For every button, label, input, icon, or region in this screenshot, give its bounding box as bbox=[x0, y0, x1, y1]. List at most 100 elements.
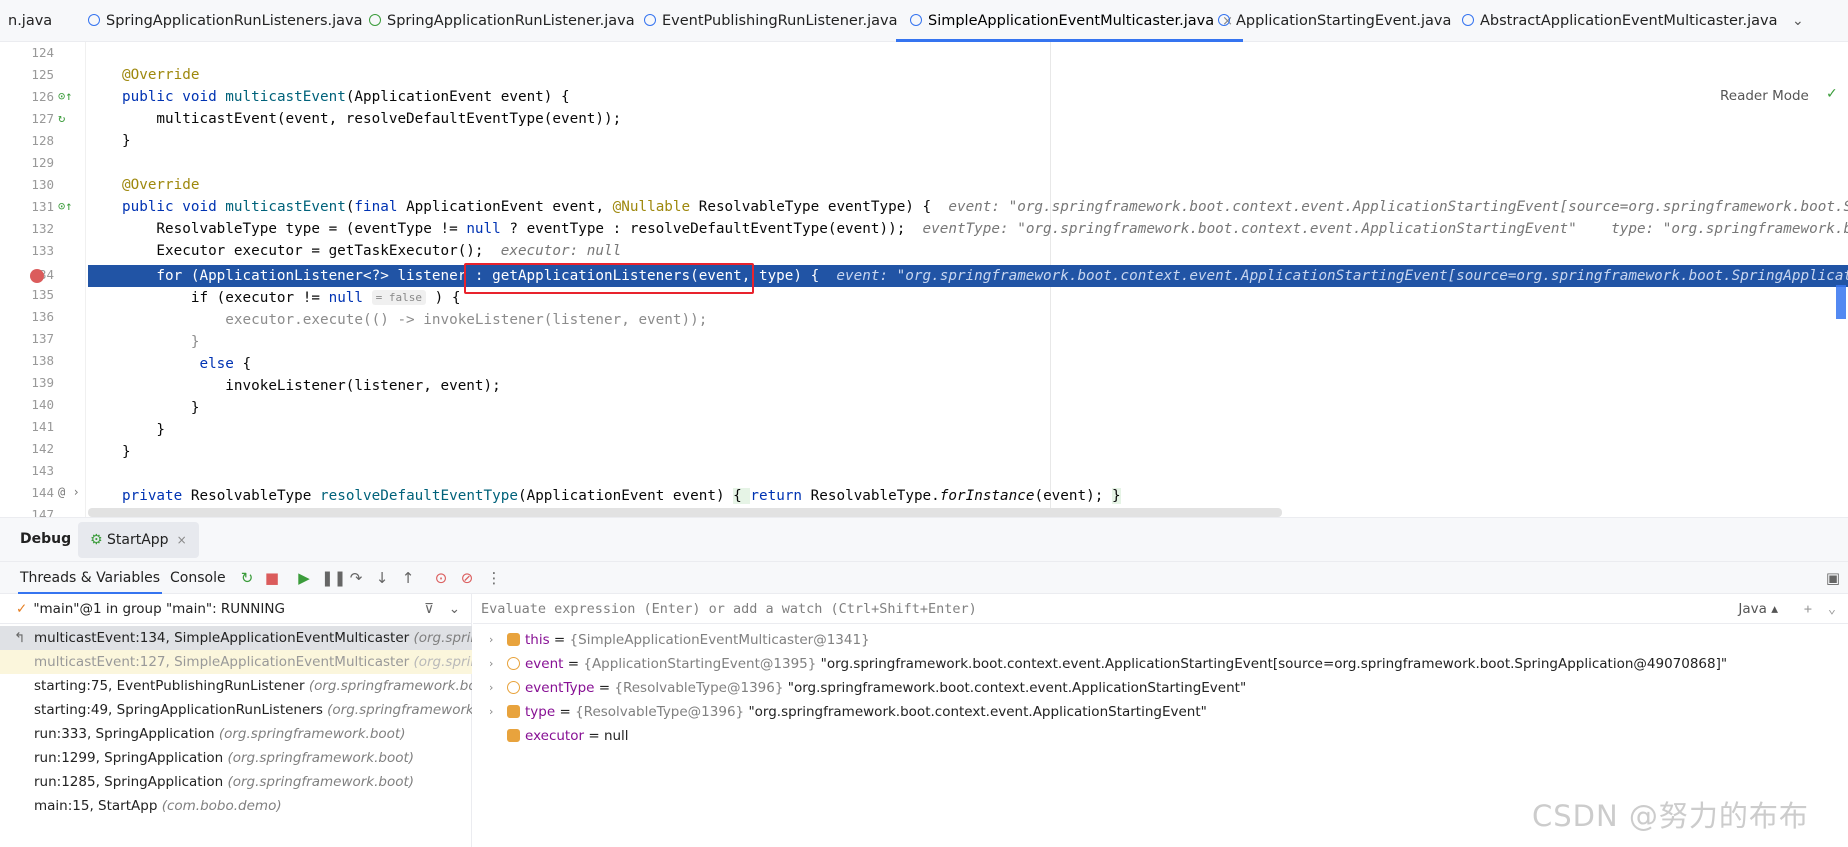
class-icon bbox=[88, 14, 100, 26]
code-line-137: } bbox=[122, 334, 200, 350]
code-line-139: invokeListener(listener, event); bbox=[122, 378, 501, 394]
check-icon: ✓ bbox=[16, 601, 28, 617]
tab-label: SpringApplicationRunListeners.java bbox=[106, 13, 363, 29]
filter-icon[interactable]: ⊽ bbox=[424, 594, 434, 624]
code-line-136: executor.execute(() -> invokeListener(li… bbox=[122, 312, 708, 328]
class-icon bbox=[1218, 14, 1230, 26]
code-line-138: else { bbox=[199, 356, 252, 372]
debug-title: Debug bbox=[20, 531, 72, 547]
step-out-icon[interactable]: ↑ bbox=[399, 569, 417, 587]
close-icon[interactable]: × bbox=[177, 533, 187, 547]
stack-frame[interactable]: run:333, SpringApplication (org.springfr… bbox=[0, 722, 472, 746]
line-number: 142 bbox=[31, 441, 54, 456]
variable-row[interactable]: › type = {ResolvableType@1396} "org.sprin… bbox=[473, 700, 1848, 724]
expand-icon[interactable]: › bbox=[489, 676, 493, 700]
tab-partial[interactable]: n.java bbox=[8, 0, 52, 42]
tab-abstract-application-event-multicaster[interactable]: AbstractApplicationEventMulticaster.java bbox=[1462, 0, 1778, 42]
line-number: 147 bbox=[31, 507, 54, 518]
code-line-133: Executor executor = getTaskExecutor(); e… bbox=[122, 243, 622, 259]
tab-startapp[interactable]: ⚙ StartApp × bbox=[78, 522, 199, 558]
tab-label: SimpleApplicationEventMulticaster.java bbox=[928, 13, 1215, 29]
chevron-down-icon[interactable]: ⌄ bbox=[1792, 0, 1804, 42]
expand-icon[interactable]: › bbox=[489, 700, 493, 724]
tab-spring-application-run-listeners[interactable]: SpringApplicationRunListeners.java bbox=[88, 0, 363, 42]
stack-frame[interactable]: run:1285, SpringApplication (org.springf… bbox=[0, 770, 472, 794]
vertical-scrollbar-marker[interactable] bbox=[1836, 285, 1846, 319]
thread-selector[interactable]: ✓ "main"@1 in group "main": RUNNING ⊽ ⌄ bbox=[0, 594, 472, 624]
override-icon[interactable]: ⊙↑ bbox=[58, 199, 72, 213]
pause-icon[interactable]: ❚❚ bbox=[321, 569, 346, 587]
resume-icon[interactable]: ▶ bbox=[295, 569, 313, 587]
editor-tab-bar: n.java SpringApplicationRunListeners.jav… bbox=[0, 0, 1848, 42]
view-breakpoints-icon[interactable]: ⊙ bbox=[432, 569, 450, 587]
code-line-135: if (executor != null = false ) { bbox=[122, 290, 461, 306]
tab-console[interactable]: Console bbox=[170, 562, 226, 594]
step-over-icon[interactable]: ↷ bbox=[347, 569, 365, 587]
chevron-down-icon[interactable]: ⌄ bbox=[1828, 594, 1836, 624]
tab-label: ApplicationStartingEvent.java bbox=[1236, 13, 1452, 29]
code-line-141: } bbox=[122, 422, 166, 438]
annotation-highlight-box bbox=[464, 263, 754, 294]
variable-row[interactable]: › event = {ApplicationStartingEvent@1395}… bbox=[473, 652, 1848, 676]
tab-event-publishing-run-listener[interactable]: EventPublishingRunListener.java bbox=[644, 0, 897, 42]
stack-frame[interactable]: ↰ multicastEvent:134, SimpleApplicationEv… bbox=[0, 626, 472, 650]
line-number: 140 bbox=[31, 397, 54, 412]
variable-row[interactable]: › this = {SimpleApplicationEventMulticast… bbox=[473, 628, 1848, 652]
code-line-140: } bbox=[122, 400, 200, 416]
layout-icon[interactable]: ▣ bbox=[1824, 569, 1842, 587]
tab-application-starting-event[interactable]: ApplicationStartingEvent.java bbox=[1218, 0, 1451, 42]
variable-row[interactable]: › eventType = {ResolvableType@1396} "org.… bbox=[473, 676, 1848, 700]
expand-icon[interactable]: › bbox=[489, 628, 493, 652]
code-editor[interactable]: 124 125 126 127 128 129 130 131 132 133 … bbox=[0, 42, 1848, 518]
tab-threads-variables[interactable]: Threads & Variables bbox=[17, 562, 163, 594]
breakpoint-icon[interactable] bbox=[30, 269, 44, 283]
stack-frame[interactable]: starting:49, SpringApplicationRunListene… bbox=[0, 698, 472, 722]
code-line-134: for (ApplicationListener<?> listener : g… bbox=[122, 265, 1848, 287]
code-line-128: } bbox=[122, 133, 131, 149]
expand-icon[interactable]: › bbox=[489, 652, 493, 676]
code-line-132: ResolvableType type = (eventType != null… bbox=[122, 218, 1848, 240]
code-line-142: } bbox=[122, 444, 131, 460]
tab-label: n.java bbox=[8, 13, 53, 29]
line-number: 138 bbox=[31, 353, 54, 368]
code-line-144: private ResolvableType resolveDefaultEve… bbox=[122, 488, 1121, 504]
add-watch-icon[interactable]: + bbox=[1804, 594, 1812, 624]
tab-label: AbstractApplicationEventMulticaster.java bbox=[1480, 13, 1778, 29]
line-number: 126 bbox=[31, 89, 54, 104]
debug-toolbar: Threads & Variables Console ↻ ■ ▶ ❚❚ ↷ ↓… bbox=[0, 562, 1848, 594]
line-number: 136 bbox=[31, 309, 54, 324]
override-icon[interactable]: ⊙↑ bbox=[58, 89, 72, 103]
more-icon[interactable]: ⋮ bbox=[485, 569, 503, 587]
chevron-down-icon[interactable]: ⌄ bbox=[449, 594, 460, 624]
variable-row[interactable]: executor = null bbox=[473, 724, 1848, 748]
horizontal-scrollbar[interactable] bbox=[88, 508, 1282, 517]
stack-frame[interactable]: run:1299, SpringApplication (org.springf… bbox=[0, 746, 472, 770]
parameter-icon bbox=[507, 681, 520, 694]
debug-tool-window-header: Debug ⚙ StartApp × bbox=[0, 518, 1848, 562]
step-into-icon[interactable]: ↓ bbox=[373, 569, 391, 587]
mute-breakpoints-icon[interactable]: ⊘ bbox=[458, 569, 476, 587]
rerun-icon[interactable]: ↻ bbox=[238, 569, 256, 587]
reader-mode-button[interactable]: Reader Mode bbox=[1720, 88, 1809, 104]
field-icon bbox=[507, 729, 520, 742]
tab-simple-application-event-multicaster[interactable]: SimpleApplicationEventMulticaster.java × bbox=[895, 0, 1244, 42]
tab-label: EventPublishingRunListener.java bbox=[662, 13, 898, 29]
line-number: 131 bbox=[31, 199, 54, 214]
field-icon bbox=[507, 705, 520, 718]
line-number: 130 bbox=[31, 177, 54, 192]
evaluate-expression-input[interactable]: Evaluate expression (Enter) or add a wat… bbox=[473, 594, 1848, 624]
tab-label: SpringApplicationRunListener.java bbox=[387, 13, 635, 29]
stack-frame[interactable]: multicastEvent:127, SimpleApplicationEve… bbox=[0, 650, 472, 674]
stop-icon[interactable]: ■ bbox=[263, 569, 281, 587]
line-number: 139 bbox=[31, 375, 54, 390]
annotation-icon[interactable]: @ › bbox=[58, 485, 80, 499]
code-line-127: multicastEvent(event, resolveDefaultEven… bbox=[122, 111, 622, 127]
tab-spring-application-run-listener[interactable]: SpringApplicationRunListener.java bbox=[369, 0, 635, 42]
line-number: 125 bbox=[31, 67, 54, 82]
stack-frame[interactable]: main:15, StartApp (com.bobo.demo) bbox=[0, 794, 472, 818]
stack-frame[interactable]: starting:75, EventPublishingRunListener … bbox=[0, 674, 472, 698]
interface-icon bbox=[369, 14, 381, 26]
return-arrow-icon: ↰ bbox=[14, 630, 26, 646]
class-icon bbox=[1462, 14, 1474, 26]
language-selector[interactable]: Java ▴ bbox=[1738, 594, 1778, 624]
